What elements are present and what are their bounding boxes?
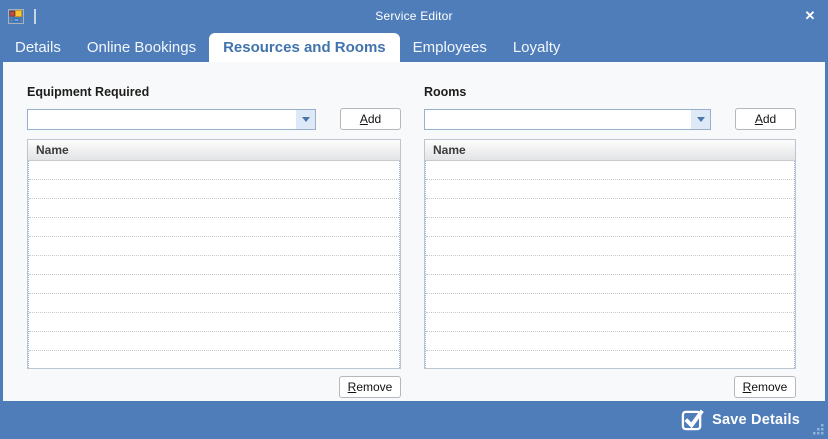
rooms-list-header-name: Name xyxy=(425,140,795,161)
list-row-empty xyxy=(29,237,399,256)
list-row-empty xyxy=(29,294,399,313)
list-row-empty xyxy=(29,313,399,332)
title-bar: Service Editor ✕ xyxy=(0,0,828,32)
resize-grip[interactable] xyxy=(812,423,825,436)
equipment-remove-button[interactable]: Remove xyxy=(339,376,401,398)
service-editor-window: Service Editor ✕ Details Online Bookings… xyxy=(0,0,828,439)
equipment-list-body[interactable] xyxy=(28,161,400,369)
list-row-empty xyxy=(29,351,399,369)
equipment-panel: Equipment Required Add Name Remove xyxy=(27,85,401,401)
list-row-empty xyxy=(426,199,794,218)
equipment-combobox-value xyxy=(28,110,296,129)
list-row-empty xyxy=(426,161,794,180)
list-row-empty xyxy=(426,351,794,369)
rooms-list[interactable]: Name xyxy=(424,139,796,369)
save-details-label: Save Details xyxy=(712,412,800,428)
rooms-combobox-dropdown-icon[interactable] xyxy=(691,110,710,129)
list-row-empty xyxy=(29,275,399,294)
equipment-list[interactable]: Name xyxy=(27,139,401,369)
list-row-empty xyxy=(426,313,794,332)
rooms-label: Rooms xyxy=(424,85,796,99)
list-row-empty xyxy=(426,256,794,275)
list-row-empty xyxy=(29,332,399,351)
list-row-empty xyxy=(426,237,794,256)
tab-bar: Details Online Bookings Resources and Ro… xyxy=(0,32,828,62)
save-details-button[interactable]: Save Details xyxy=(681,408,800,432)
list-row-empty xyxy=(426,180,794,199)
rooms-remove-button[interactable]: Remove xyxy=(734,376,796,398)
tab-loyalty[interactable]: Loyalty xyxy=(500,33,574,62)
checkmark-icon xyxy=(681,408,704,432)
list-row-empty xyxy=(29,180,399,199)
equipment-combobox[interactable] xyxy=(27,109,316,130)
list-row-empty xyxy=(426,218,794,237)
rooms-list-body[interactable] xyxy=(425,161,795,369)
tab-resources-and-rooms[interactable]: Resources and Rooms xyxy=(209,33,400,62)
tab-details[interactable]: Details xyxy=(2,33,74,62)
list-row-empty xyxy=(426,332,794,351)
rooms-panel: Rooms Add Name Remove xyxy=(424,85,796,401)
equipment-list-header-name: Name xyxy=(28,140,400,161)
close-icon[interactable]: ✕ xyxy=(801,7,819,25)
rooms-combobox[interactable] xyxy=(424,109,711,130)
tab-online-bookings[interactable]: Online Bookings xyxy=(74,33,209,62)
rooms-add-button[interactable]: Add xyxy=(735,108,796,130)
rooms-combobox-value xyxy=(425,110,691,129)
equipment-combobox-dropdown-icon[interactable] xyxy=(296,110,315,129)
window-title: Service Editor xyxy=(0,9,828,23)
tab-content-resources-and-rooms: Equipment Required Add Name Remove Rooms xyxy=(0,62,828,401)
list-row-empty xyxy=(29,199,399,218)
list-row-empty xyxy=(29,256,399,275)
list-row-empty xyxy=(426,294,794,313)
list-row-empty xyxy=(29,161,399,180)
equipment-add-button[interactable]: Add xyxy=(340,108,401,130)
footer-bar: Save Details xyxy=(0,401,828,439)
equipment-required-label: Equipment Required xyxy=(27,85,401,99)
list-row-empty xyxy=(29,218,399,237)
list-row-empty xyxy=(426,275,794,294)
tab-employees[interactable]: Employees xyxy=(400,33,500,62)
